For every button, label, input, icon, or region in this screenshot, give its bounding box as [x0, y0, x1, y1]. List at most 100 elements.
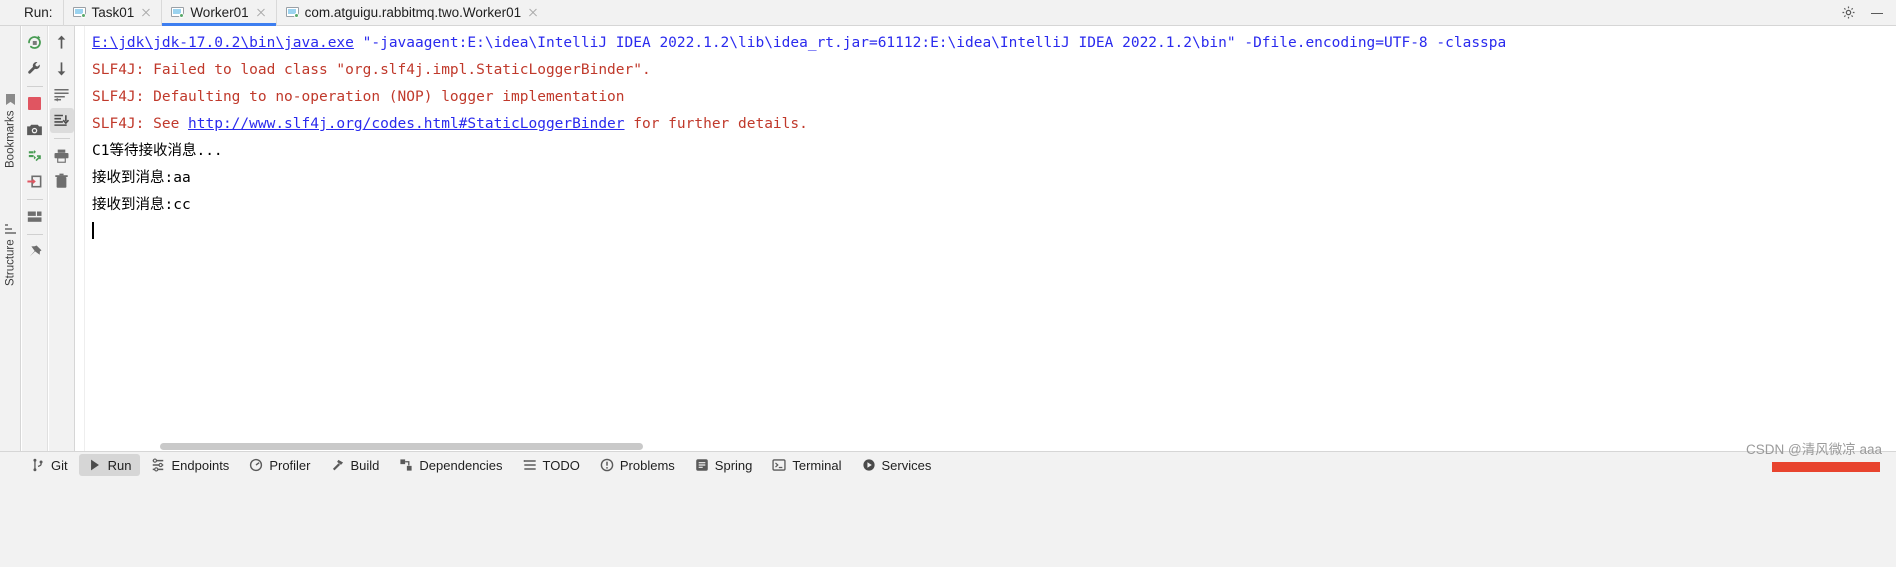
- toolbar-divider: [26, 86, 43, 87]
- status-bar-item-label: Git: [51, 457, 68, 473]
- spring-leaf-icon: [695, 458, 709, 472]
- console-line-cmdline: E:\jdk\jdk-17.0.2\bin\java.exe "-javaage…: [92, 30, 1896, 57]
- status-bar-item-todo[interactable]: TODO: [514, 454, 589, 476]
- services-icon: [862, 458, 876, 472]
- tab-label: com.atguigu.rabbitmq.two.Worker01: [304, 5, 522, 20]
- status-bar-item-build[interactable]: Build: [322, 454, 389, 476]
- decorative-red-bar: [1772, 462, 1880, 472]
- dependencies-icon: [399, 458, 413, 472]
- pin-icon[interactable]: [23, 239, 47, 264]
- minimize-icon[interactable]: [1870, 6, 1884, 20]
- stop-square-icon[interactable]: [23, 91, 47, 116]
- print-icon[interactable]: [50, 143, 74, 168]
- console-text: SLF4J: See: [92, 116, 189, 132]
- structure-icon: [5, 224, 16, 235]
- console-line-waiting: C1等待接收消息...: [92, 138, 1896, 165]
- status-bar-item-endpoints[interactable]: Endpoints: [142, 454, 238, 476]
- bookmark-icon: [6, 94, 15, 105]
- status-bar-item-label: Dependencies: [419, 457, 503, 473]
- gear-icon[interactable]: [1841, 5, 1856, 20]
- layout-icon[interactable]: [23, 204, 47, 229]
- status-bar-buttons: Git Run Endpoints Profiler Build Dependencies…: [0, 452, 942, 478]
- toolbar-divider: [26, 234, 43, 235]
- status-bar-item-label: Build: [350, 457, 380, 473]
- status-bar-item-label: Terminal: [792, 457, 842, 473]
- console-gutter: [76, 26, 85, 451]
- console-line-slf4j-failed: SLF4J: Failed to load class "org.slf4j.i…: [92, 57, 1896, 84]
- run-tool-window-tabbar: Run: Task01 Worker01 com.atguigu.rabbitm…: [0, 0, 1896, 26]
- tab-label: Worker01: [190, 5, 249, 20]
- scroll-to-end-icon[interactable]: [49, 108, 74, 133]
- console-text: SLF4J: Defaulting to no-operation (NOP) …: [92, 89, 625, 105]
- console-horizontal-scrollbar[interactable]: [160, 442, 1260, 451]
- close-icon[interactable]: [255, 7, 267, 19]
- tab-worker01[interactable]: Worker01: [162, 0, 276, 26]
- run-toolbar-primary: [22, 26, 48, 451]
- sidebar-item-structure[interactable]: Structure: [0, 176, 21, 286]
- run-configuration-icon: [285, 6, 299, 19]
- problems-warning-icon: [600, 458, 614, 472]
- toolbar-divider: [26, 199, 43, 200]
- status-bar-item-services[interactable]: Services: [853, 454, 941, 476]
- console-text: C1等待接收消息...: [92, 143, 223, 159]
- trash-icon[interactable]: [50, 169, 74, 194]
- text-caret: [92, 222, 94, 239]
- console-line-received-cc: 接收到消息:cc: [92, 192, 1896, 219]
- console-text: for further details.: [624, 116, 808, 132]
- run-play-icon: [88, 458, 102, 472]
- git-branch-icon: [31, 458, 45, 472]
- status-bar-item-profiler[interactable]: Profiler: [240, 454, 319, 476]
- todo-list-icon: [523, 458, 537, 472]
- toolbar-divider: [53, 138, 70, 139]
- status-bar-item-spring[interactable]: Spring: [686, 454, 762, 476]
- tab-task01[interactable]: Task01: [64, 0, 162, 26]
- thread-dump-icon[interactable]: [23, 143, 47, 168]
- console-text: 接收到消息:aa: [92, 170, 191, 186]
- terminal-icon: [772, 458, 786, 472]
- scrollbar-thumb[interactable]: [160, 443, 643, 450]
- status-bar-item-label: Endpoints: [171, 457, 230, 473]
- sidebar-item-label: Bookmarks: [4, 110, 17, 168]
- build-hammer-icon: [331, 458, 345, 472]
- console-text: SLF4J: Failed to load class "org.slf4j.i…: [92, 62, 651, 78]
- sidebar-item-label: Structure: [4, 239, 17, 286]
- tab-label: Task01: [91, 5, 135, 20]
- console-link[interactable]: E:\jdk\jdk-17.0.2\bin\java.exe: [92, 35, 354, 51]
- camera-snapshot-icon[interactable]: [23, 117, 47, 142]
- run-configuration-icon: [72, 6, 86, 19]
- watermark-text: CSDN @清风微凉 aaa: [1746, 442, 1882, 457]
- endpoints-icon: [151, 458, 165, 472]
- run-label: Run:: [24, 5, 53, 20]
- soft-wrap-icon[interactable]: [50, 82, 74, 107]
- status-bar-item-dependencies[interactable]: Dependencies: [390, 454, 511, 476]
- status-bar-item-label: TODO: [542, 457, 580, 473]
- rerun-icon[interactable]: [23, 30, 47, 55]
- run-console-output[interactable]: E:\jdk\jdk-17.0.2\bin\java.exe "-javaage…: [76, 26, 1896, 451]
- console-line-list: E:\jdk\jdk-17.0.2\bin\java.exe "-javaage…: [92, 30, 1896, 246]
- console-link[interactable]: http://www.slf4j.org/codes.html#StaticLo…: [188, 116, 625, 132]
- tabbar-right-controls: [1841, 5, 1896, 20]
- status-bar-item-label: Services: [881, 457, 932, 473]
- sidebar-item-bookmarks[interactable]: Bookmarks: [0, 48, 21, 168]
- close-icon[interactable]: [140, 7, 152, 19]
- console-line-received-aa: 接收到消息:aa: [92, 165, 1896, 192]
- close-icon[interactable]: [527, 7, 539, 19]
- status-bar-item-run[interactable]: Run: [78, 454, 141, 476]
- status-bar-item-label: Profiler: [269, 457, 311, 473]
- run-configuration-icon: [171, 6, 185, 19]
- export-icon[interactable]: [23, 169, 47, 194]
- status-bar-item-label: Spring: [714, 457, 753, 473]
- tab-com-atguigu-rabbitmq-two-worker01[interactable]: com.atguigu.rabbitmq.two.Worker01: [277, 0, 549, 26]
- status-bar-item-label: Run: [107, 457, 132, 473]
- status-bar-item-label: Problems: [619, 457, 675, 473]
- arrow-up-icon[interactable]: [50, 30, 74, 55]
- status-bar-item-terminal[interactable]: Terminal: [763, 454, 850, 476]
- arrow-down-icon[interactable]: [50, 56, 74, 81]
- console-caret-line: [92, 219, 1896, 246]
- profiler-icon: [249, 458, 263, 472]
- status-bar-item-git[interactable]: Git: [22, 454, 77, 476]
- edit-configuration-wrench-icon[interactable]: [23, 56, 47, 81]
- run-toolbar-secondary: [49, 26, 75, 451]
- bottom-status-bar: Git Run Endpoints Profiler Build Dependencies…: [0, 442, 1896, 567]
- status-bar-item-problems[interactable]: Problems: [591, 454, 684, 476]
